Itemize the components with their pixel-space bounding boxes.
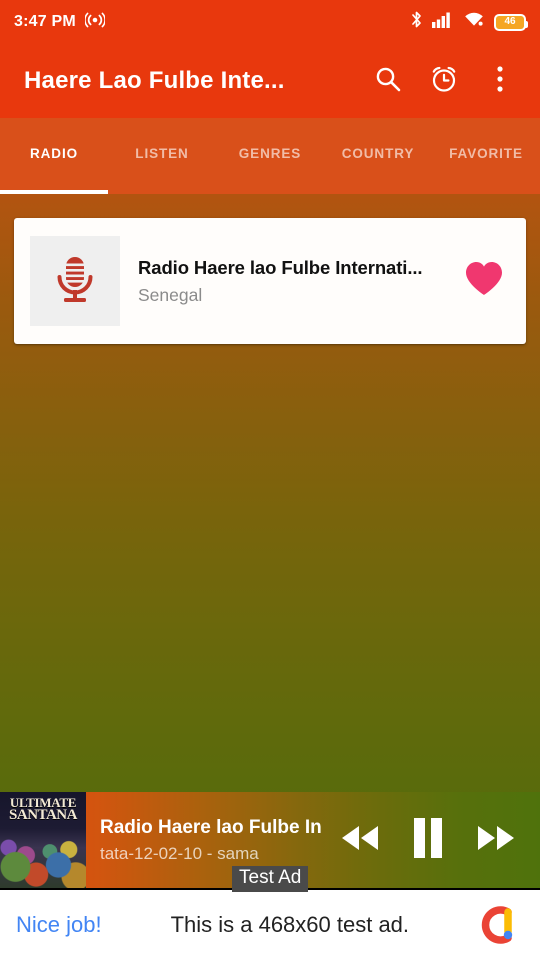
microphone-icon (47, 251, 103, 312)
tab-favorite[interactable]: FAVORITE (432, 146, 540, 167)
album-art-title: ULTIMATE SANTANA (0, 796, 86, 823)
status-bar-clock: 3:47 PM (14, 13, 76, 30)
tab-bar: RADIO LISTEN GENRES COUNTRY FAVORITE (0, 118, 540, 194)
favorite-button[interactable] (460, 257, 508, 305)
player-controls (330, 805, 540, 875)
player-track-name: tata-12-02-10 - sama (100, 843, 259, 863)
alarm-clock-icon (428, 63, 460, 100)
battery-level-label: 46 (504, 16, 516, 27)
ad-cta-link[interactable]: Nice job! (16, 912, 102, 938)
tab-country[interactable]: COUNTRY (324, 146, 432, 167)
tab-listen[interactable]: LISTEN (108, 146, 216, 167)
tab-radio[interactable]: RADIO (0, 146, 108, 167)
station-country: Senegal (138, 284, 203, 305)
battery-icon: 46 (494, 13, 528, 31)
player-station-name: Radio Haere lao Fulbe In... (100, 816, 322, 838)
search-button[interactable] (362, 55, 414, 107)
next-button[interactable] (466, 805, 526, 875)
play-pause-button[interactable] (398, 805, 458, 875)
wifi-icon (463, 11, 485, 33)
status-bar-left: 3:47 PM (14, 12, 106, 33)
broadcast-icon (84, 12, 106, 33)
page-title: Haere Lao Fulbe Inte... (24, 67, 285, 94)
ad-banner[interactable]: Test Ad Nice job! This is a 468x60 test … (0, 866, 540, 960)
rewind-icon (337, 821, 383, 860)
station-thumbnail (30, 236, 120, 326)
app-bar-actions (362, 55, 526, 107)
bluetooth-icon (410, 10, 423, 34)
previous-button[interactable] (330, 805, 390, 875)
tab-genres[interactable]: GENRES (216, 146, 324, 167)
sleep-timer-button[interactable] (418, 55, 470, 107)
pause-icon (411, 816, 445, 865)
overflow-menu-button[interactable] (474, 55, 526, 107)
cellular-signal-icon (432, 11, 454, 33)
app-bar: Haere Lao Fulbe Inte... (0, 44, 540, 118)
album-art-line-2: SANTANA (9, 807, 77, 823)
station-info: Radio Haere lao Fulbe Internati... Seneg… (120, 257, 460, 306)
test-ad-badge: Test Ad (232, 866, 309, 892)
search-icon (373, 64, 403, 99)
station-name: Radio Haere lao Fulbe Internati... (138, 256, 423, 278)
admob-logo-icon (478, 902, 524, 948)
player-track-info: Radio Haere lao Fulbe In... tata-12-02-1… (86, 817, 330, 864)
heart-filled-icon (464, 260, 504, 302)
status-bar-right: 46 (410, 10, 528, 34)
status-bar: 3:47 PM 46 (0, 0, 540, 44)
app-screen: 3:47 PM 46 Haere Lao Fulbe Inte... RADIO… (0, 0, 540, 960)
more-vertical-icon (496, 64, 504, 99)
station-list-item[interactable]: Radio Haere lao Fulbe Internati... Seneg… (14, 218, 526, 344)
ad-body-text: This is a 468x60 test ad. (170, 912, 410, 937)
album-art: ULTIMATE SANTANA (0, 792, 86, 888)
fast-forward-icon (473, 821, 519, 860)
